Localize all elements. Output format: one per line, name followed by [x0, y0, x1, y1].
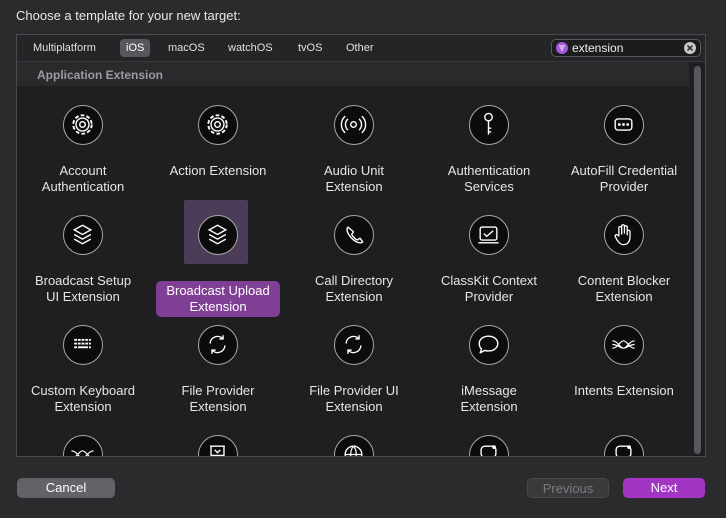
layers-icon [63, 215, 103, 255]
template-label: iMessage Extension [460, 383, 518, 414]
template-file-provider-extension[interactable]: File Provider Extension [153, 323, 283, 433]
template-label: Authentication Services [447, 163, 531, 194]
phone-icon [334, 215, 374, 255]
message-bubble-icon [469, 435, 509, 456]
template-broadcast-setup-ui-extension[interactable]: Broadcast Setup UI Extension [18, 213, 148, 323]
sync-icon [198, 325, 238, 365]
template-autofill-credential-provider[interactable]: AutoFill Credential Provider [559, 103, 689, 213]
clear-search-icon[interactable] [684, 42, 696, 54]
template-intents-extension[interactable]: Intents Extension [559, 323, 689, 433]
template-audio-unit-extension[interactable]: Audio Unit Extension [289, 103, 419, 213]
template-call-directory-extension[interactable]: Call Directory Extension [289, 213, 419, 323]
template-label: ClassKit Context Provider [440, 273, 538, 304]
message-bubble-icon [604, 435, 644, 456]
gear-icon [198, 105, 238, 145]
template-imessage-extension[interactable]: iMessage Extension [424, 323, 554, 433]
tab-watchos[interactable]: watchOS [222, 39, 279, 57]
template-classkit-context-provider[interactable]: ClassKit Context Provider [424, 213, 554, 323]
previous-button[interactable]: Previous [527, 478, 609, 498]
template-account-authentication[interactable]: Account Authentication [18, 103, 148, 213]
tab-tvos[interactable]: tvOS [292, 39, 328, 57]
template-partial[interactable] [153, 433, 283, 456]
archive-icon [198, 435, 238, 456]
hand-icon [604, 215, 644, 255]
platform-tab-bar: Multiplatform iOS macOS watchOS tvOS Oth… [17, 35, 705, 62]
tab-other[interactable]: Other [340, 39, 380, 57]
template-label: Account Authentication [41, 163, 125, 194]
next-button[interactable]: Next [623, 478, 705, 498]
template-label: AutoFill Credential Provider [570, 163, 678, 194]
tab-ios[interactable]: iOS [120, 39, 151, 57]
template-label: File Provider Extension [181, 383, 255, 414]
template-broadcast-upload-extension[interactable]: Broadcast Upload Extension [153, 200, 283, 323]
section-header: Application Extension [17, 62, 689, 86]
keyboard-icon [63, 325, 103, 365]
template-partial[interactable] [559, 433, 689, 456]
template-label: Call Directory Extension [314, 273, 393, 304]
search-field[interactable] [551, 39, 701, 57]
tab-multiplatform[interactable]: Multiplatform [27, 39, 102, 57]
waves-icon [63, 435, 103, 456]
password-dots-icon [604, 105, 644, 145]
cancel-button[interactable]: Cancel [17, 478, 115, 498]
classkit-icon [469, 215, 509, 255]
template-label: Broadcast Setup UI Extension [34, 273, 132, 304]
template-custom-keyboard-extension[interactable]: Custom Keyboard Extension [18, 323, 148, 433]
message-bubble-icon [469, 325, 509, 365]
template-browser: Multiplatform iOS macOS watchOS tvOS Oth… [16, 34, 706, 457]
dialog-heading: Choose a template for your new target: [16, 8, 241, 23]
template-label: File Provider UI Extension [309, 383, 399, 414]
template-file-provider-ui-extension[interactable]: File Provider UI Extension [289, 323, 419, 433]
template-label: Content Blocker Extension [577, 273, 671, 304]
template-label: Broadcast Upload Extension [156, 281, 280, 317]
gear-icon [63, 105, 103, 145]
filter-icon [556, 42, 568, 54]
template-label: Audio Unit Extension [324, 163, 384, 194]
key-icon [469, 105, 509, 145]
section-title: Application Extension [37, 68, 164, 82]
tab-macos[interactable]: macOS [162, 39, 211, 57]
search-input[interactable] [572, 40, 677, 56]
audio-wave-icon [334, 105, 374, 145]
template-partial[interactable] [289, 433, 419, 456]
globe-icon [334, 435, 374, 456]
layers-icon [198, 215, 238, 255]
template-partial[interactable] [18, 433, 148, 456]
template-content-blocker-extension[interactable]: Content Blocker Extension [559, 213, 689, 323]
template-partial[interactable] [424, 433, 554, 456]
waves-icon [604, 325, 644, 365]
template-authentication-services[interactable]: Authentication Services [424, 103, 554, 213]
template-label: Intents Extension [574, 383, 674, 398]
template-label: Action Extension [169, 163, 267, 178]
template-action-extension[interactable]: Action Extension [153, 103, 283, 213]
sync-icon [334, 325, 374, 365]
template-label: Custom Keyboard Extension [30, 383, 136, 414]
vertical-scrollbar[interactable] [694, 66, 701, 454]
